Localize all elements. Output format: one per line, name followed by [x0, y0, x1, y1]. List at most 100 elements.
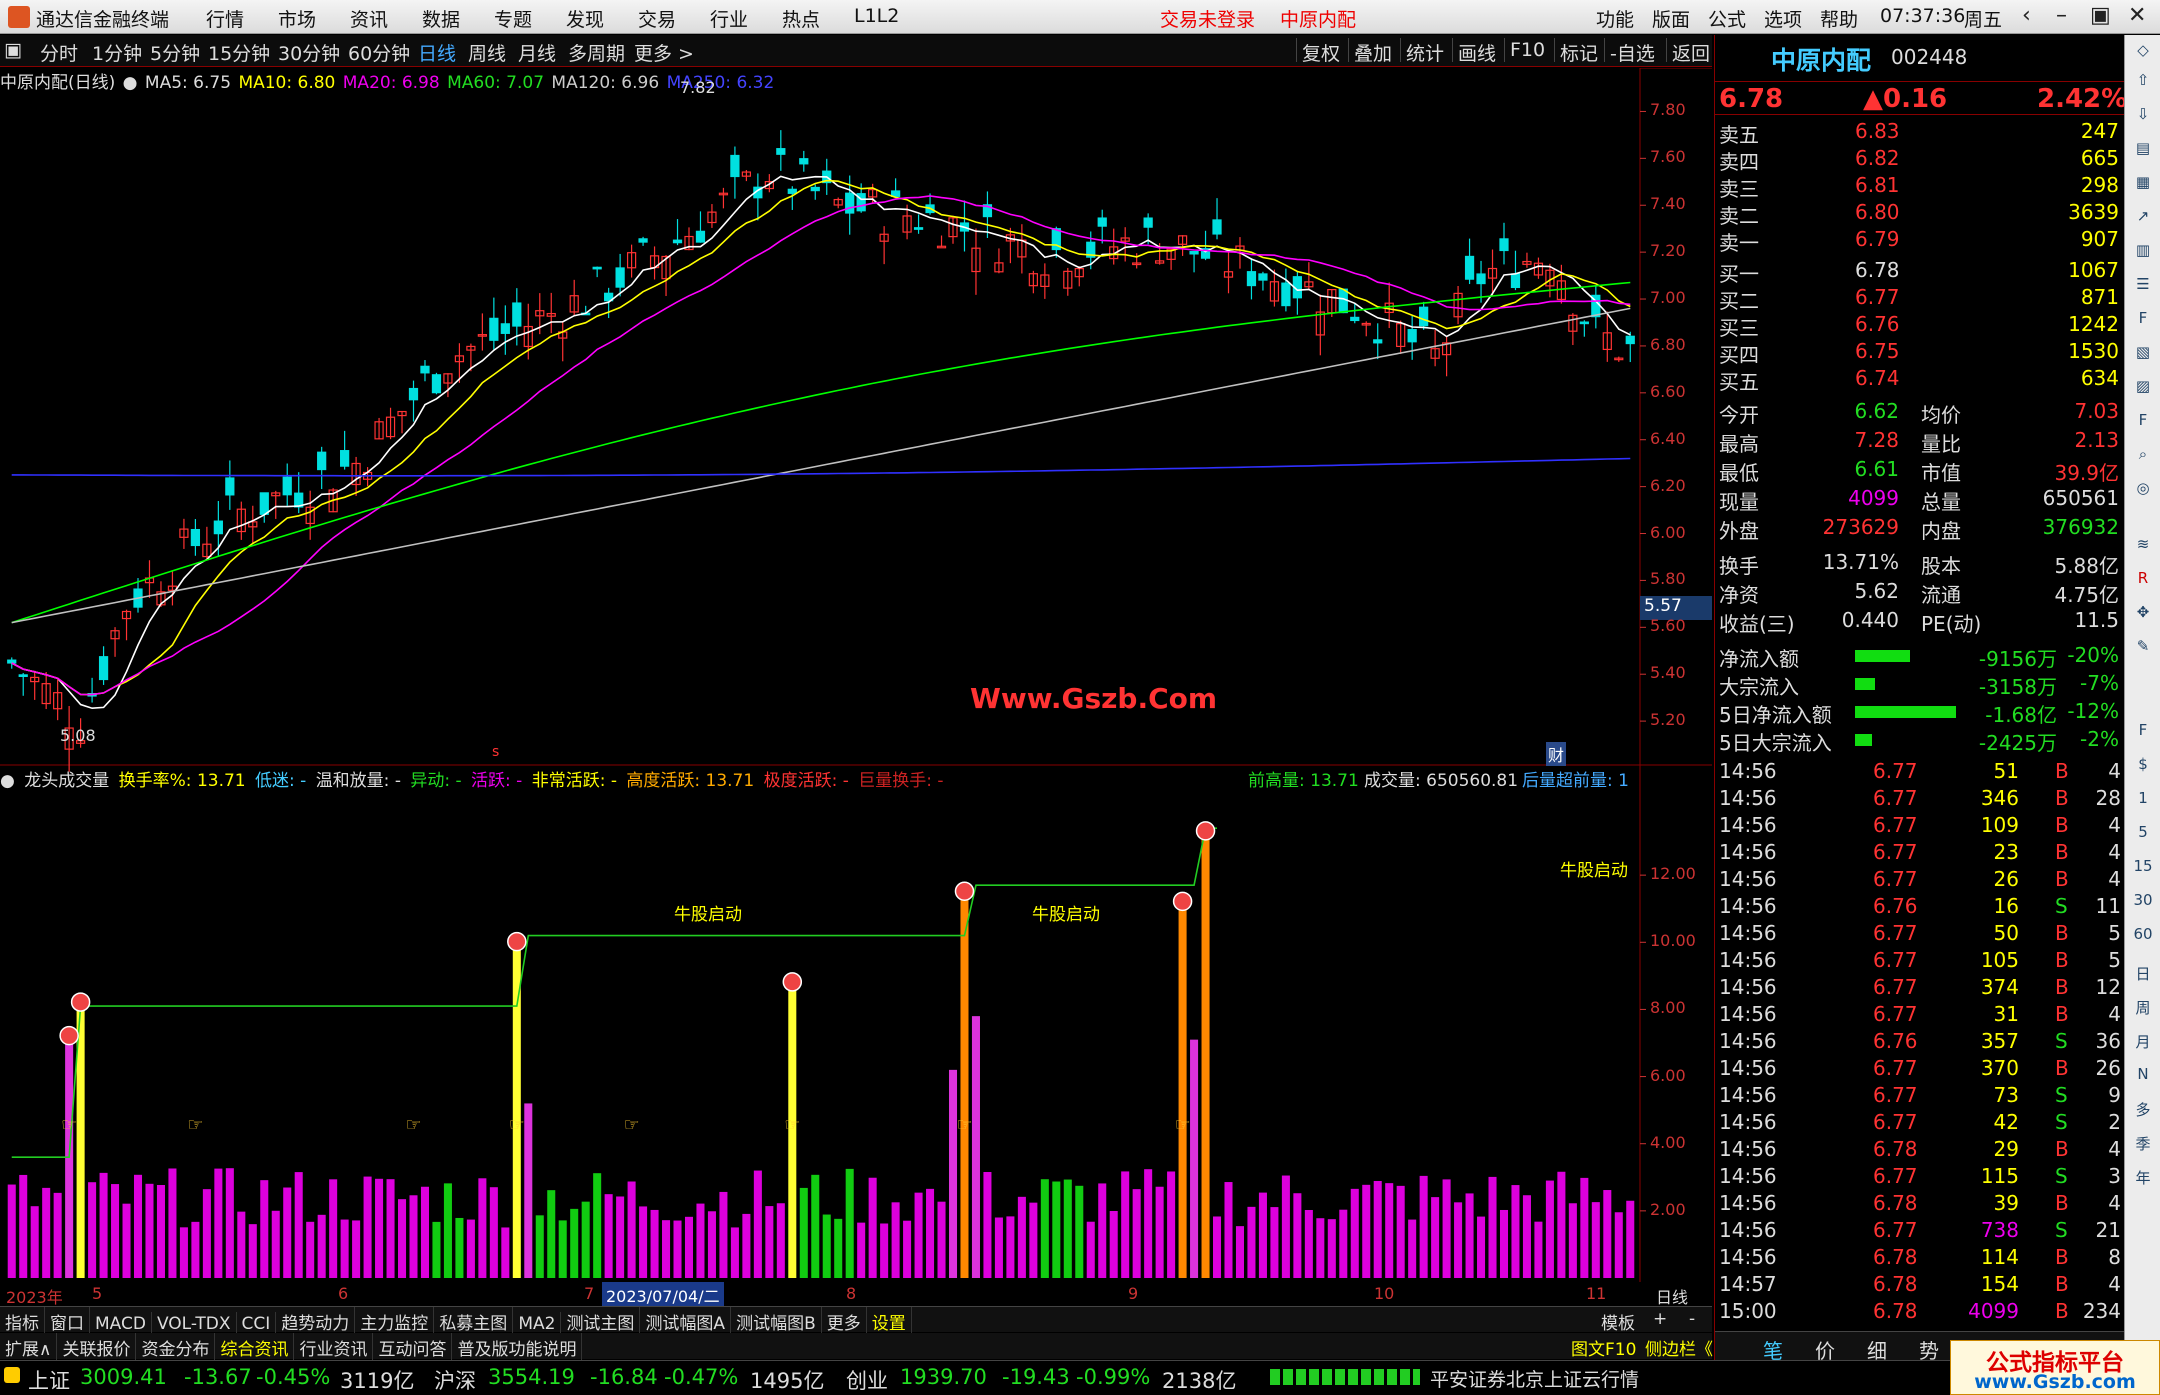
tab-news[interactable]: 综合资讯: [215, 1333, 295, 1362]
signal-icon[interactable]: ≋: [2131, 535, 2155, 553]
period-year[interactable]: 年: [2131, 1167, 2155, 1188]
trend-icon[interactable]: ↗: [2131, 207, 2155, 225]
tab-1min[interactable]: 1分钟: [92, 39, 142, 66]
period-week[interactable]: 周: [2131, 997, 2155, 1018]
menu-item-formula[interactable]: 公式: [1708, 5, 1746, 32]
tool-stats[interactable]: 统计: [1406, 39, 1444, 66]
close-icon[interactable]: ✕: [2128, 3, 2146, 28]
template-button[interactable]: 模板: [1596, 1307, 1640, 1336]
tab-30min[interactable]: 30分钟: [278, 39, 340, 66]
settings-icon[interactable]: ●: [123, 73, 138, 93]
tool-f10[interactable]: F10: [1510, 39, 1545, 61]
period-multi[interactable]: 多: [2131, 1099, 2155, 1120]
search-icon[interactable]: ⌕: [2131, 445, 2155, 463]
chart-icon[interactable]: ▤: [2131, 139, 2155, 157]
bars-icon[interactable]: ▥: [2131, 241, 2155, 259]
up-arrow-icon[interactable]: ⇧: [2131, 71, 2155, 89]
tab-main-monitor[interactable]: 主力监控: [355, 1307, 435, 1336]
tab-settings[interactable]: 设置: [867, 1307, 912, 1336]
menu-item-industry[interactable]: 行业: [710, 5, 748, 32]
tab-trend[interactable]: 趋势动力: [276, 1307, 356, 1336]
tool-back[interactable]: 返回: [1672, 39, 1710, 66]
tab-more[interactable]: 更多: [822, 1307, 867, 1336]
menu-item-function[interactable]: 功能: [1596, 5, 1634, 32]
tab-5min[interactable]: 5分钟: [150, 39, 200, 66]
tool-overlay[interactable]: 叠加: [1354, 39, 1392, 66]
period-n[interactable]: N: [2131, 1065, 2155, 1083]
menu-item-layout[interactable]: 版面: [1652, 5, 1690, 32]
move-icon[interactable]: ✥: [2131, 603, 2155, 621]
period-quarter[interactable]: 季: [2131, 1133, 2155, 1154]
period-30[interactable]: 30: [2131, 891, 2155, 909]
dollar-icon[interactable]: $: [2131, 755, 2155, 773]
down-arrow-icon[interactable]: ⇩: [2131, 105, 2155, 123]
table-icon[interactable]: ▧: [2131, 343, 2155, 361]
tool-draw[interactable]: 画线: [1458, 39, 1496, 66]
tab-60min[interactable]: 60分钟: [348, 39, 410, 66]
minimize-icon[interactable]: –: [2056, 3, 2067, 28]
tab-indicator[interactable]: 指标: [0, 1307, 45, 1336]
tool-adjust[interactable]: 复权: [1302, 39, 1340, 66]
list-icon[interactable]: ☰: [2131, 275, 2155, 293]
trade-login-status[interactable]: 交易未登录: [1160, 5, 1255, 32]
rsi-icon[interactable]: R: [2131, 569, 2155, 587]
menu-item-news[interactable]: 资讯: [350, 5, 388, 32]
menu-item-hot[interactable]: 热点: [782, 5, 820, 32]
period-60[interactable]: 60: [2131, 925, 2155, 943]
tab-test-main[interactable]: 测试主图: [561, 1307, 641, 1336]
grid-icon[interactable]: ▦: [2131, 173, 2155, 191]
tab-window[interactable]: 窗口: [45, 1307, 90, 1336]
tool-watchlist[interactable]: -自选: [1610, 39, 1655, 66]
tool-mark[interactable]: 标记: [1560, 39, 1598, 66]
indicator-settings-icon[interactable]: ●: [0, 771, 15, 791]
period-day[interactable]: 日: [2131, 963, 2155, 984]
menu-item-markets[interactable]: 市场: [278, 5, 316, 32]
menu-item-options[interactable]: 选项: [1764, 5, 1802, 32]
f10-icon[interactable]: F: [2131, 309, 2155, 327]
collapse-icon[interactable]: ◇: [2131, 41, 2155, 59]
menu-item-data[interactable]: 数据: [422, 5, 460, 32]
status-icon[interactable]: [4, 1367, 20, 1383]
menu-item-l1l2[interactable]: L1L2: [854, 5, 899, 27]
menu-item-trade[interactable]: 交易: [638, 5, 676, 32]
doc-icon[interactable]: ▨: [2131, 377, 2155, 395]
menu-item-discover[interactable]: 发现: [566, 5, 604, 32]
tab-15min[interactable]: 15分钟: [208, 39, 270, 66]
tab-daily[interactable]: 日线: [418, 39, 456, 66]
add-button[interactable]: +: [1648, 1307, 1672, 1331]
tab-private-main[interactable]: 私募主图: [434, 1307, 514, 1336]
sidebar-toggle[interactable]: 侧边栏《: [1640, 1333, 1718, 1362]
tab-fund-dist[interactable]: 资金分布: [136, 1333, 216, 1362]
tab-intraday[interactable]: 分时: [40, 39, 78, 66]
tab-test-b[interactable]: 测试幅图B: [731, 1307, 822, 1336]
period-15[interactable]: 15: [2131, 857, 2155, 875]
menu-item-topic[interactable]: 专题: [494, 5, 532, 32]
kline-chart[interactable]: ☞ ☞ ☞ ☞ ☞ ☞ ☞ ☞: [0, 68, 1712, 1282]
tab-qa[interactable]: 互动问答: [373, 1333, 453, 1362]
tab-expand[interactable]: 扩展∧: [0, 1333, 58, 1362]
tab-test-a[interactable]: 测试幅图A: [640, 1307, 732, 1336]
fs-icon[interactable]: F: [2131, 721, 2155, 739]
tab-multi-period[interactable]: 多周期: [568, 39, 625, 66]
tab-monthly[interactable]: 月线: [518, 39, 556, 66]
remove-button[interactable]: -: [1684, 1307, 1700, 1331]
tab-help[interactable]: 普及版功能说明: [452, 1333, 583, 1362]
menu-item-help[interactable]: 帮助: [1820, 5, 1858, 32]
f2-icon[interactable]: F: [2131, 411, 2155, 429]
maximize-icon[interactable]: ▣: [2090, 3, 2111, 28]
menu-item-market[interactable]: 行情: [206, 5, 244, 32]
period-month[interactable]: 月: [2131, 1031, 2155, 1052]
tab-weekly[interactable]: 周线: [468, 39, 506, 66]
pen-icon[interactable]: ✎: [2131, 637, 2155, 655]
tab-related-quote[interactable]: 关联报价: [57, 1333, 137, 1362]
panel-toggle-icon[interactable]: ▣: [4, 39, 22, 61]
tab-more[interactable]: 更多 >: [634, 39, 694, 66]
period-1[interactable]: 1: [2131, 789, 2155, 807]
back-icon[interactable]: ‹: [2022, 3, 2031, 28]
tab-industry-news[interactable]: 行业资讯: [294, 1333, 374, 1362]
marker-financial[interactable]: 财: [1546, 742, 1567, 766]
f10-button[interactable]: 图文F10: [1566, 1333, 1641, 1362]
volume-bar: [1488, 1176, 1497, 1278]
period-5[interactable]: 5: [2131, 823, 2155, 841]
cycle-icon[interactable]: ◎: [2131, 479, 2155, 497]
